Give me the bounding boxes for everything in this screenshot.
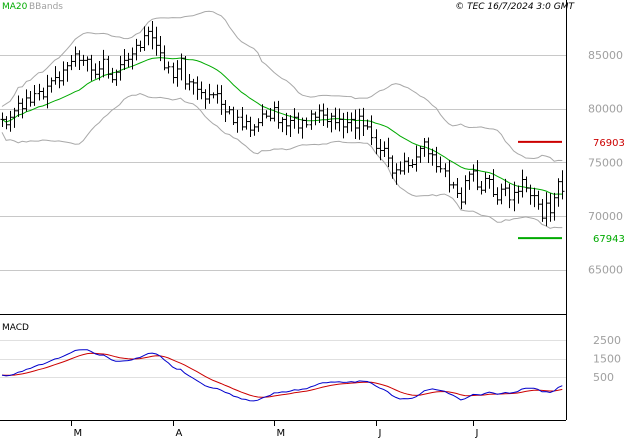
month-label: J <box>378 428 382 439</box>
macd-y-ticks: 2500 1500 500 <box>593 334 621 384</box>
legend-bbands: BBands <box>29 2 63 12</box>
legend-ma20: MA20 <box>2 2 28 12</box>
price-y-tick-label: 65000 <box>588 264 623 277</box>
macd-y-tick-label: 500 <box>593 371 614 384</box>
price-y-tick-label: 75000 <box>588 156 623 169</box>
price-y-tick-label: 80000 <box>588 103 623 116</box>
macd-lines <box>1 349 563 402</box>
chart-root: 76903 67943 65000 70000 75000 80000 85000 250… <box>0 0 627 440</box>
macd-title: MACD <box>2 323 29 333</box>
month-label: M <box>74 428 83 439</box>
price-panel-frame <box>0 0 566 314</box>
chart-svg: 76903 67943 65000 70000 75000 80000 85000 250… <box>0 0 625 439</box>
macd-y-tick-label: 1500 <box>593 353 621 366</box>
month-label: M <box>277 428 286 439</box>
month-label: A <box>176 428 183 439</box>
price-level-label: 76903 <box>593 138 625 149</box>
copyright-text: © TEC 16/7/2024 3:0 GMT <box>455 2 575 12</box>
price-y-tick-label: 85000 <box>588 49 623 62</box>
price-level-label: 67943 <box>593 234 625 245</box>
macd-y-tick-label: 2500 <box>593 334 621 347</box>
macd-grid <box>0 340 566 378</box>
macd-main-line <box>1 349 563 402</box>
price-y-tick-label: 70000 <box>588 210 623 223</box>
month-label: J <box>475 428 479 439</box>
month-axis: MAMJJ <box>71 420 479 439</box>
